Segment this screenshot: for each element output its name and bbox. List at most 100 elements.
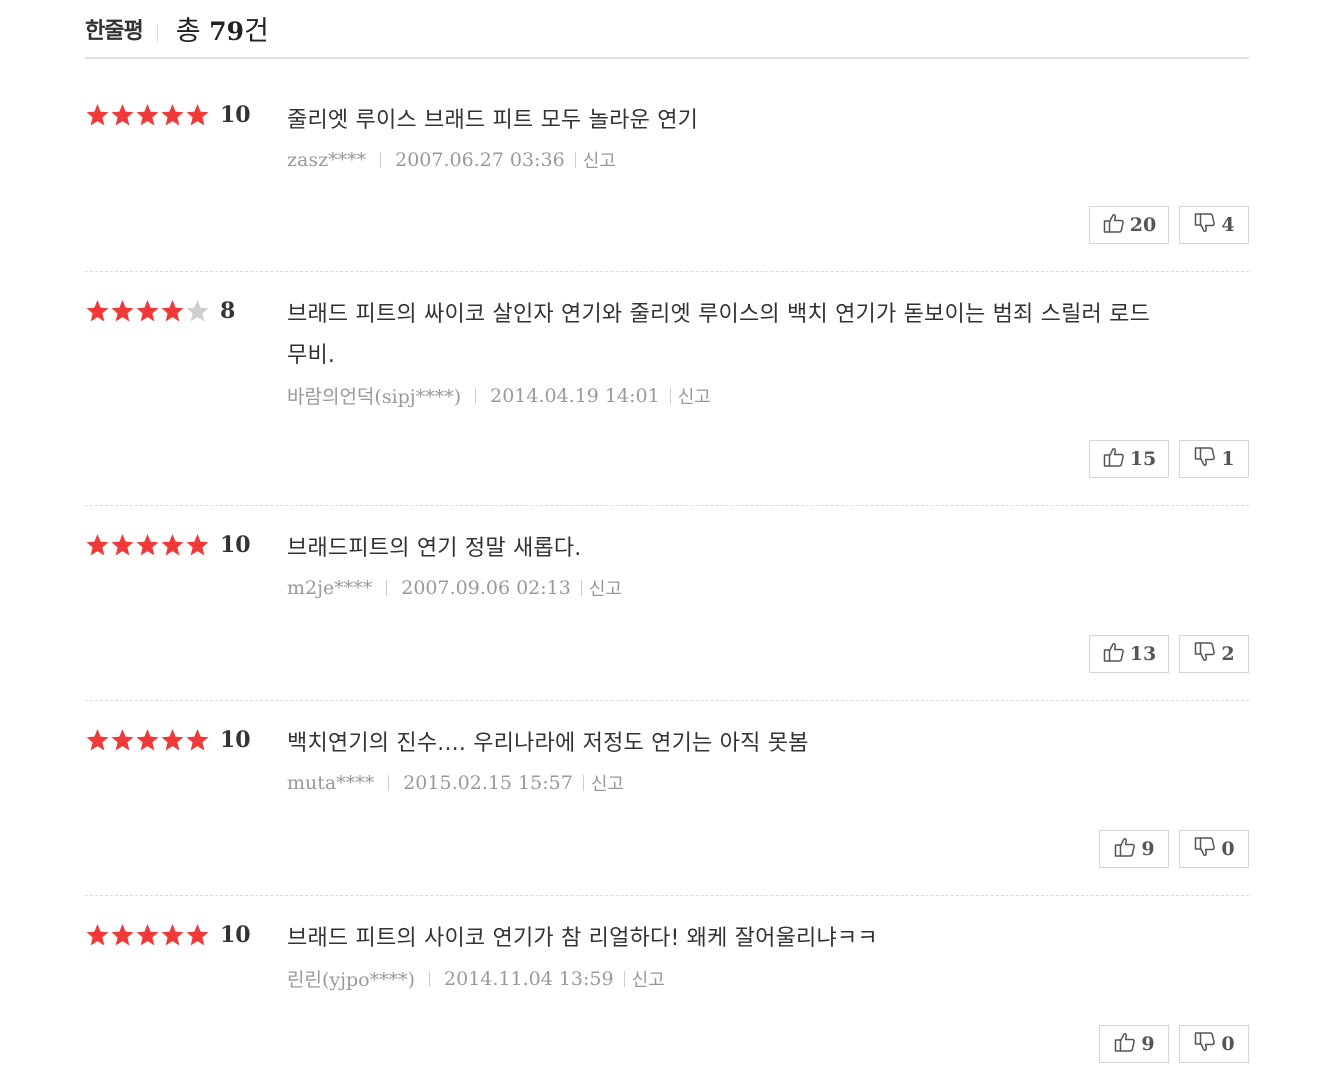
review-author: 린린(yjpo****) [287, 969, 416, 991]
meta-divider [623, 970, 625, 987]
meta-divider [574, 152, 576, 168]
like-button[interactable]: 20 [1089, 206, 1169, 244]
review-meta: 바람의언덕(sipj****) 2014.04.19 14:01 신고 [287, 382, 1249, 409]
rating: 8 [85, 298, 235, 324]
dislike-button[interactable]: 0 [1179, 830, 1249, 868]
dislike-button[interactable]: 0 [1179, 1025, 1249, 1063]
rating-score: 10 [220, 102, 251, 128]
like-button[interactable]: 13 [1089, 635, 1169, 673]
star-filled-icon [111, 924, 134, 946]
vote-buttons: 9 0 [1099, 1025, 1249, 1063]
thumbs-down-icon [1193, 211, 1217, 239]
vote-buttons: 15 1 [1089, 440, 1249, 478]
review-text-line: 브래드피트의 연기 정말 새롭다. [287, 536, 582, 561]
rating-score: 10 [220, 922, 251, 948]
thumbs-up-icon [1102, 445, 1126, 473]
total-prefix: 총 [175, 16, 201, 47]
star-filled-icon [136, 104, 159, 126]
report-link[interactable]: 신고 [589, 575, 622, 601]
dislike-button[interactable]: 4 [1179, 206, 1249, 244]
review-item: 10 백치연기의 진수.... 우리나라에 저정도 연기는 아직 못봄 muta… [85, 701, 1249, 896]
star-filled-icon [136, 300, 159, 322]
dislike-button[interactable]: 1 [1179, 440, 1249, 478]
star-filled-icon [86, 534, 109, 556]
star-filled-icon [161, 729, 184, 751]
review-date: 2007.09.06 02:13 [401, 577, 571, 599]
star-filled-icon [136, 924, 159, 946]
divider [156, 23, 158, 42]
dislike-count: 4 [1221, 214, 1235, 236]
star-filled-icon [111, 300, 134, 322]
total-number: 79 [209, 17, 244, 46]
star-filled-icon [86, 104, 109, 126]
meta-divider [580, 580, 582, 596]
review-item: 10 줄리엣 루이스 브래드 피트 모두 놀라운 연기 zasz**** 200… [85, 59, 1249, 272]
star-filled-icon [161, 924, 184, 946]
meta-divider [386, 580, 388, 596]
review-text: 백치연기의 진수.... 우리나라에 저정도 연기는 아직 못봄 [287, 723, 1249, 764]
like-count: 13 [1129, 643, 1157, 665]
review-meta: muta**** 2015.02.15 15:57 신고 [287, 770, 1249, 796]
report-link[interactable]: 신고 [678, 383, 711, 409]
star-filled-icon [86, 729, 109, 751]
dislike-button[interactable]: 2 [1179, 635, 1249, 673]
review-text: 브래드 피트의 사이코 연기가 참 리얼하다! 왜케 잘어울리냐ㅋㅋ [287, 918, 1249, 959]
like-button[interactable]: 9 [1099, 830, 1169, 868]
rating: 10 [85, 727, 251, 753]
review-text-line: 브래드 피트의 싸이코 살인자 연기와 줄리엣 루이스의 백치 연기가 돋보이는… [287, 302, 1151, 327]
meta-divider [388, 775, 390, 791]
review-meta: zasz**** 2007.06.27 03:36 신고 [287, 147, 1249, 173]
rating-score: 10 [220, 532, 251, 558]
review-date: 2014.11.04 13:59 [444, 967, 614, 990]
report-link[interactable]: 신고 [583, 147, 616, 173]
like-button[interactable]: 9 [1099, 1025, 1169, 1063]
star-filled-icon [186, 924, 209, 946]
review-content: 백치연기의 진수.... 우리나라에 저정도 연기는 아직 못봄 muta***… [287, 723, 1249, 796]
meta-divider [582, 775, 584, 791]
star-rating [85, 299, 210, 323]
like-count: 15 [1129, 448, 1157, 470]
vote-buttons: 13 2 [1089, 635, 1249, 673]
rating-score: 8 [220, 298, 236, 324]
review-author: 바람의언덕(sipj****) [287, 386, 462, 408]
thumbs-down-icon [1193, 1030, 1217, 1058]
review-list: 10 줄리엣 루이스 브래드 피트 모두 놀라운 연기 zasz**** 200… [85, 59, 1249, 1076]
star-rating [85, 103, 210, 127]
star-filled-icon [111, 534, 134, 556]
dislike-count: 1 [1221, 448, 1235, 470]
like-count: 9 [1141, 838, 1155, 860]
report-link[interactable]: 신고 [591, 770, 624, 796]
review-text-line: 백치연기의 진수.... 우리나라에 저정도 연기는 아직 못봄 [287, 731, 809, 756]
star-filled-icon [86, 300, 109, 322]
star-filled-icon [186, 729, 209, 751]
thumbs-up-icon [1113, 1030, 1137, 1058]
review-content: 줄리엣 루이스 브래드 피트 모두 놀라운 연기 zasz**** 2007.0… [287, 100, 1249, 173]
like-button[interactable]: 15 [1089, 440, 1169, 478]
review-meta: m2je**** 2007.09.06 02:13 신고 [287, 575, 1249, 601]
review-author: muta**** [287, 772, 375, 794]
review-content: 브래드 피트의 사이코 연기가 참 리얼하다! 왜케 잘어울리냐ㅋㅋ 린린(yj… [287, 918, 1249, 992]
review-date: 2015.02.15 15:57 [403, 772, 573, 794]
vote-buttons: 9 0 [1099, 830, 1249, 868]
star-filled-icon [86, 924, 109, 946]
star-filled-icon [161, 300, 184, 322]
like-count: 9 [1141, 1033, 1155, 1055]
meta-divider [475, 387, 477, 404]
review-text-line: 브래드 피트의 사이코 연기가 참 리얼하다! 왜케 잘어울리냐ㅋㅋ [287, 926, 878, 951]
review-author: m2je**** [287, 577, 373, 599]
meta-divider [429, 970, 431, 987]
review-text: 브래드 피트의 싸이코 살인자 연기와 줄리엣 루이스의 백치 연기가 돋보이는… [287, 294, 1249, 376]
dislike-count: 2 [1221, 643, 1235, 665]
star-rating [85, 923, 210, 947]
thumbs-up-icon [1102, 211, 1126, 239]
report-link[interactable]: 신고 [632, 966, 665, 992]
total-suffix: 건 [243, 16, 269, 47]
vote-buttons: 20 4 [1089, 206, 1249, 244]
star-filled-icon [136, 729, 159, 751]
section-title: 한줄평 [85, 18, 144, 44]
rating: 10 [85, 532, 251, 558]
thumbs-down-icon [1193, 640, 1217, 668]
review-date: 2014.04.19 14:01 [490, 384, 660, 407]
star-filled-icon [161, 534, 184, 556]
review-text: 줄리엣 루이스 브래드 피트 모두 놀라운 연기 [287, 100, 1249, 141]
